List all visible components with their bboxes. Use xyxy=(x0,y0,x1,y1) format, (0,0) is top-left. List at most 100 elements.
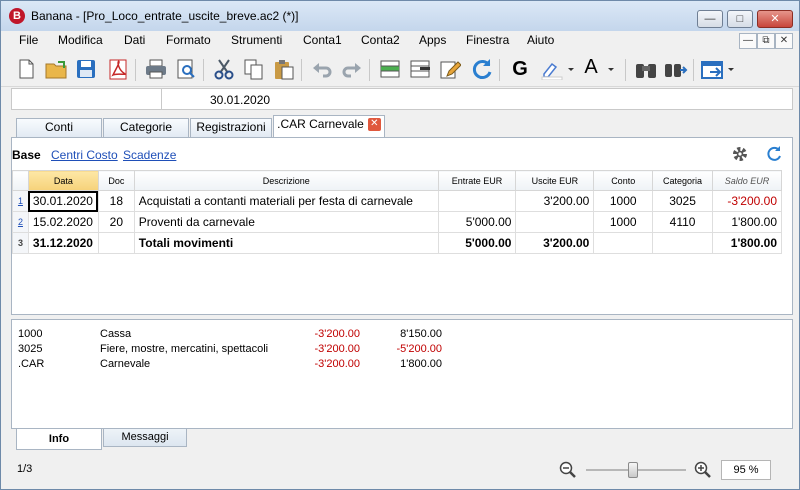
zoom-level-field[interactable]: 95 % xyxy=(721,460,771,480)
pdf-icon[interactable] xyxy=(105,56,131,82)
cell-descrizione[interactable]: Acquistati a contanti materiali per fest… xyxy=(133,190,439,212)
export-icon[interactable] xyxy=(699,56,739,82)
print-preview-icon[interactable] xyxy=(173,56,199,82)
menu-conta2[interactable]: Conta2 xyxy=(361,33,400,47)
cell-uscite[interactable]: 3'200.00 xyxy=(515,190,595,212)
close-button[interactable]: ✕ xyxy=(757,10,793,28)
row-number[interactable]: 3 xyxy=(12,232,29,254)
info-balance: 8'150.00 xyxy=(400,328,442,340)
col-header-uscite[interactable]: Uscite EUR xyxy=(515,170,595,191)
cut-icon[interactable] xyxy=(211,56,237,82)
col-header-saldo[interactable]: Saldo EUR xyxy=(711,170,783,191)
title-bar: B Banana - [Pro_Loco_entrate_uscite_brev… xyxy=(1,1,799,31)
cell-saldo[interactable]: 1'800.00 xyxy=(711,232,783,254)
cell-descrizione[interactable]: Proventi da carnevale xyxy=(133,211,439,233)
menu-apps[interactable]: Apps xyxy=(419,33,446,47)
cell-descrizione[interactable]: Totali movimenti xyxy=(133,232,439,254)
col-header-doc[interactable]: Doc xyxy=(97,170,135,191)
row-number[interactable]: 2 xyxy=(12,211,29,233)
table-row[interactable]: 2 15.02.2020 20 Proventi da carnevale 5'… xyxy=(12,211,783,233)
info-code: 3025 xyxy=(18,343,43,355)
view-centri-costo[interactable]: Centri Costo xyxy=(51,148,118,162)
main-panel: Base Centri Costo Scadenze Data Doc Desc… xyxy=(11,137,793,315)
zoom-out-icon[interactable] xyxy=(559,461,577,479)
view-base[interactable]: Base xyxy=(12,148,41,162)
cell-data[interactable]: 31.12.2020 xyxy=(27,232,99,254)
cell-data[interactable]: 15.02.2020 xyxy=(27,211,99,233)
col-header-entrate[interactable]: Entrate EUR xyxy=(437,170,517,191)
redo-icon[interactable] xyxy=(339,56,365,82)
col-header-descrizione[interactable]: Descrizione xyxy=(133,170,439,191)
cell-categoria[interactable] xyxy=(652,232,713,254)
mdi-minimize-button[interactable]: — xyxy=(739,33,757,49)
open-folder-icon[interactable] xyxy=(43,56,69,82)
print-icon[interactable] xyxy=(143,56,169,82)
edit-icon[interactable] xyxy=(437,56,463,82)
recalc-icon[interactable] xyxy=(469,56,495,82)
cell-conto[interactable]: 1000 xyxy=(593,211,654,233)
close-tab-icon[interactable]: ✕ xyxy=(367,118,381,132)
cell-saldo[interactable]: -3'200.00 xyxy=(711,190,783,212)
find-icon[interactable] xyxy=(633,56,659,82)
menu-file[interactable]: File xyxy=(19,33,38,47)
cell-entrate[interactable]: 5'000.00 xyxy=(437,232,517,254)
mdi-restore-button[interactable]: ⧉ xyxy=(757,33,775,49)
cell-uscite[interactable] xyxy=(515,211,595,233)
delete-rows-icon[interactable] xyxy=(407,56,433,82)
view-scadenze[interactable]: Scadenze xyxy=(123,148,176,162)
cell-address-box[interactable] xyxy=(12,89,162,109)
refresh-icon[interactable] xyxy=(764,144,784,164)
find-next-icon[interactable] xyxy=(663,56,689,82)
cell-doc[interactable] xyxy=(97,232,135,254)
menu-finestra[interactable]: Finestra xyxy=(466,33,509,47)
new-file-icon[interactable] xyxy=(13,56,39,82)
table-row-total[interactable]: 3 31.12.2020 Totali movimenti 5'000.00 3… xyxy=(12,232,783,254)
cell-conto[interactable] xyxy=(593,232,654,254)
highlight-icon[interactable] xyxy=(539,56,575,82)
text-color-icon[interactable]: A xyxy=(581,56,621,82)
cell-uscite[interactable]: 3'200.00 xyxy=(515,232,595,254)
menu-strumenti[interactable]: Strumenti xyxy=(231,33,282,47)
save-icon[interactable] xyxy=(73,56,99,82)
menu-dati[interactable]: Dati xyxy=(124,33,145,47)
cell-data[interactable]: 30.01.2020 xyxy=(27,190,99,212)
tab-registrazioni[interactable]: Registrazioni xyxy=(190,118,272,137)
zoom-slider-thumb[interactable] xyxy=(628,462,638,478)
toolbar-separator xyxy=(369,59,370,81)
mdi-close-button[interactable]: ✕ xyxy=(775,33,793,49)
info-amount: -3'200.00 xyxy=(314,343,360,355)
menu-aiuto[interactable]: Aiuto xyxy=(527,33,554,47)
insert-rows-icon[interactable] xyxy=(377,56,403,82)
tab-messaggi[interactable]: Messaggi xyxy=(103,429,187,447)
copy-icon[interactable] xyxy=(241,56,267,82)
paste-icon[interactable] xyxy=(271,56,297,82)
row-number[interactable]: 1 xyxy=(12,190,29,212)
tab-conti[interactable]: Conti xyxy=(16,118,102,137)
zoom-in-icon[interactable] xyxy=(694,461,712,479)
cell-conto[interactable]: 1000 xyxy=(593,190,654,212)
cell-categoria[interactable]: 3025 xyxy=(652,190,713,212)
col-header-categoria[interactable]: Categoria xyxy=(652,170,713,191)
cell-saldo[interactable]: 1'800.00 xyxy=(711,211,783,233)
menu-modifica[interactable]: Modifica xyxy=(58,33,103,47)
menu-conta1[interactable]: Conta1 xyxy=(303,33,342,47)
undo-icon[interactable] xyxy=(309,56,335,82)
tab-info[interactable]: Info xyxy=(16,429,102,450)
cell-entrate[interactable]: 5'000.00 xyxy=(437,211,517,233)
cell-doc[interactable]: 18 xyxy=(97,190,135,212)
cell-categoria[interactable]: 4110 xyxy=(652,211,713,233)
toolbar-separator xyxy=(499,59,500,81)
tab-car-carnevale[interactable]: .CAR Carnevale ✕ xyxy=(273,115,385,137)
cell-entrate[interactable] xyxy=(437,190,517,212)
tab-categorie[interactable]: Categorie xyxy=(103,118,189,137)
col-header-data[interactable]: Data xyxy=(27,170,99,191)
cell-value-field[interactable]: 30.01.2020 xyxy=(210,93,270,107)
menu-formato[interactable]: Formato xyxy=(166,33,211,47)
settings-gear-icon[interactable] xyxy=(730,144,750,164)
bold-icon[interactable]: G xyxy=(507,56,533,82)
maximize-button[interactable]: □ xyxy=(727,10,753,28)
cell-doc[interactable]: 20 xyxy=(97,211,135,233)
table-row[interactable]: 1 30.01.2020 18 Acquistati a contanti ma… xyxy=(12,190,783,212)
minimize-button[interactable]: — xyxy=(697,10,723,28)
col-header-conto[interactable]: Conto xyxy=(593,170,654,191)
